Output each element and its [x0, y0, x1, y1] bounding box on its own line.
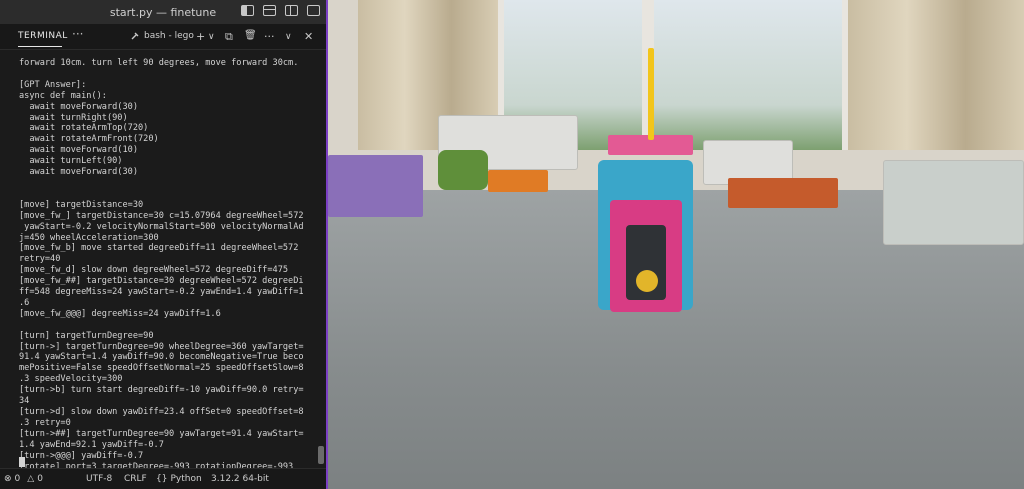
split-terminal-icon[interactable]: ⧉ — [225, 30, 233, 44]
language-label: Python — [170, 474, 202, 484]
terminal-name-label: bash - lego — [144, 31, 194, 41]
terminal-line: [turn] targetTurnDegree=90 — [19, 330, 154, 341]
terminal-line: async def main(): — [19, 90, 107, 101]
terminal-line: .3 speedVelocity=300 — [19, 374, 123, 385]
toggle-panel-icon[interactable] — [263, 5, 276, 16]
panel-more-button[interactable]: ··· — [72, 27, 83, 41]
terminal-scrollbar[interactable] — [318, 54, 324, 464]
terminal-line: await moveForward(30) — [19, 167, 138, 178]
terminal-line: 91.4 yawStart=1.4 yawDiff=90.0 becomeNeg… — [19, 352, 304, 363]
customize-layout-icon[interactable] — [307, 5, 320, 16]
terminal-line: j=450 wheelAcceleration=300 — [19, 232, 159, 243]
terminal-lines: forward 10cm. turn left 90 degrees, move… — [19, 58, 326, 468]
toggle-sidebar-icon[interactable] — [241, 5, 254, 16]
terminal-line: [turn->@@@] yawDiff=-0.7 — [19, 450, 144, 461]
error-count: 0 — [14, 474, 21, 484]
curtain-right — [848, 0, 1024, 150]
panel-header: TERMINAL ··· bash - lego + ∨ ⧉ 🗑 ··· ∨ ✕ — [0, 24, 326, 50]
terminal-line: await rotateArmFront(720) — [19, 134, 159, 145]
terminal-line: 34 — [19, 396, 30, 407]
terminal-line: [turn->##] targetTurnDegree=90 yawTarget… — [19, 428, 304, 439]
warning-icon: △ — [27, 474, 35, 484]
terminal-output[interactable]: forward 10cm. turn left 90 degrees, move… — [0, 50, 326, 468]
warning-count: 0 — [37, 474, 43, 484]
terminal-line: [move_fw_d] slow down degreeWheel=572 de… — [19, 265, 289, 276]
toy-figures-row — [728, 178, 838, 208]
terminal-line: ff=548 degreeMiss=24 yawStart=-0.2 yawEn… — [19, 287, 304, 298]
terminal-line: await moveForward(10) — [19, 145, 138, 156]
launch-profile-chevron-icon[interactable]: ∨ — [208, 32, 215, 42]
language-mode[interactable]: {} Python — [156, 474, 202, 484]
python-interpreter[interactable]: 3.12.2 64-bit — [211, 474, 269, 484]
title-bar: start.py — finetune — [0, 0, 326, 24]
lego-robot-mast — [648, 48, 654, 140]
terminal-line: [turn->d] slow down yawDiff=23.4 offSet=… — [19, 407, 304, 417]
scrollbar-thumb[interactable] — [318, 446, 324, 464]
maximize-panel-chevron-icon[interactable]: ∨ — [285, 32, 292, 42]
terminal-line: forward 10cm. turn left 90 degrees, move… — [19, 58, 299, 68]
active-tab-indicator — [18, 46, 62, 47]
kill-terminal-icon[interactable]: 🗑 — [244, 30, 257, 41]
toy-orange-blocks — [488, 170, 548, 192]
terminal-line: await turnLeft(90) — [19, 156, 123, 167]
encoding-indicator[interactable]: UTF-8 — [86, 474, 112, 484]
toy-purple-lego-base — [328, 155, 423, 217]
window-right — [648, 0, 848, 150]
close-panel-icon[interactable]: ✕ — [304, 30, 313, 43]
terminal-line: [move_fw_##] targetDistance=30 degreeWhe… — [19, 276, 304, 287]
terminal-selector[interactable]: bash - lego — [130, 31, 194, 41]
status-bar: ⊗ 0 △ 0 UTF-8 CRLF {} Python 3.12.2 64-b… — [0, 468, 326, 489]
toy-bowser-figure — [438, 150, 488, 190]
terminal-line: [move] targetDistance=30 — [19, 199, 144, 210]
new-terminal-button[interactable]: + — [196, 30, 205, 43]
braces-icon: {} — [156, 474, 168, 484]
camera-view — [328, 0, 1024, 489]
storage-basket-right — [883, 160, 1024, 245]
lego-robot-yellow-gear — [636, 270, 658, 292]
terminal-line: .6 — [19, 297, 30, 308]
terminal-line: .3 retry=0 — [19, 417, 71, 428]
terminal-line: [turn->b] turn start degreeDiff=-10 yawD… — [19, 385, 304, 396]
terminal-line: await moveForward(30) — [19, 101, 138, 112]
terminal-line: [turn->] targetTurnDegree=90 wheelDegree… — [19, 341, 304, 352]
terminal-line: [move_fw_] targetDistance=30 c=15.07964 … — [19, 210, 304, 221]
vscode-window: start.py — finetune TERMINAL ··· bash - … — [0, 0, 328, 489]
terminal-cursor — [19, 457, 25, 467]
terminal-line: await rotateArmTop(720) — [19, 123, 149, 134]
error-icon: ⊗ — [4, 474, 12, 484]
terminal-line: retry=40 — [19, 254, 61, 265]
terminal-line: [move_fw_@@@] degreeMiss=24 yawDiff=1.6 — [19, 308, 221, 319]
tab-terminal[interactable]: TERMINAL — [18, 31, 68, 41]
terminal-tool-icon — [131, 32, 139, 40]
terminal-line: mePositive=False speedOffsetNormal=25 sp… — [19, 363, 304, 374]
toggle-secondary-sidebar-icon[interactable] — [285, 5, 298, 16]
panel-more-actions-button[interactable]: ··· — [264, 30, 275, 43]
line-ending-indicator[interactable]: CRLF — [124, 474, 147, 484]
terminal-line: 1.4 yawEnd=92.1 yawDiff=-0.7 — [19, 439, 164, 450]
terminal-line: [GPT Answer]: — [19, 79, 87, 90]
terminal-line: yawStart=-0.2 velocityNormalStart=500 ve… — [19, 221, 304, 232]
terminal-line: [move_fw_b] move started degreeDiff=11 d… — [19, 243, 299, 254]
terminal-line: await turnRight(90) — [19, 112, 128, 123]
layout-controls — [241, 5, 320, 16]
problems-indicator[interactable]: ⊗ 0 △ 0 — [4, 474, 43, 484]
